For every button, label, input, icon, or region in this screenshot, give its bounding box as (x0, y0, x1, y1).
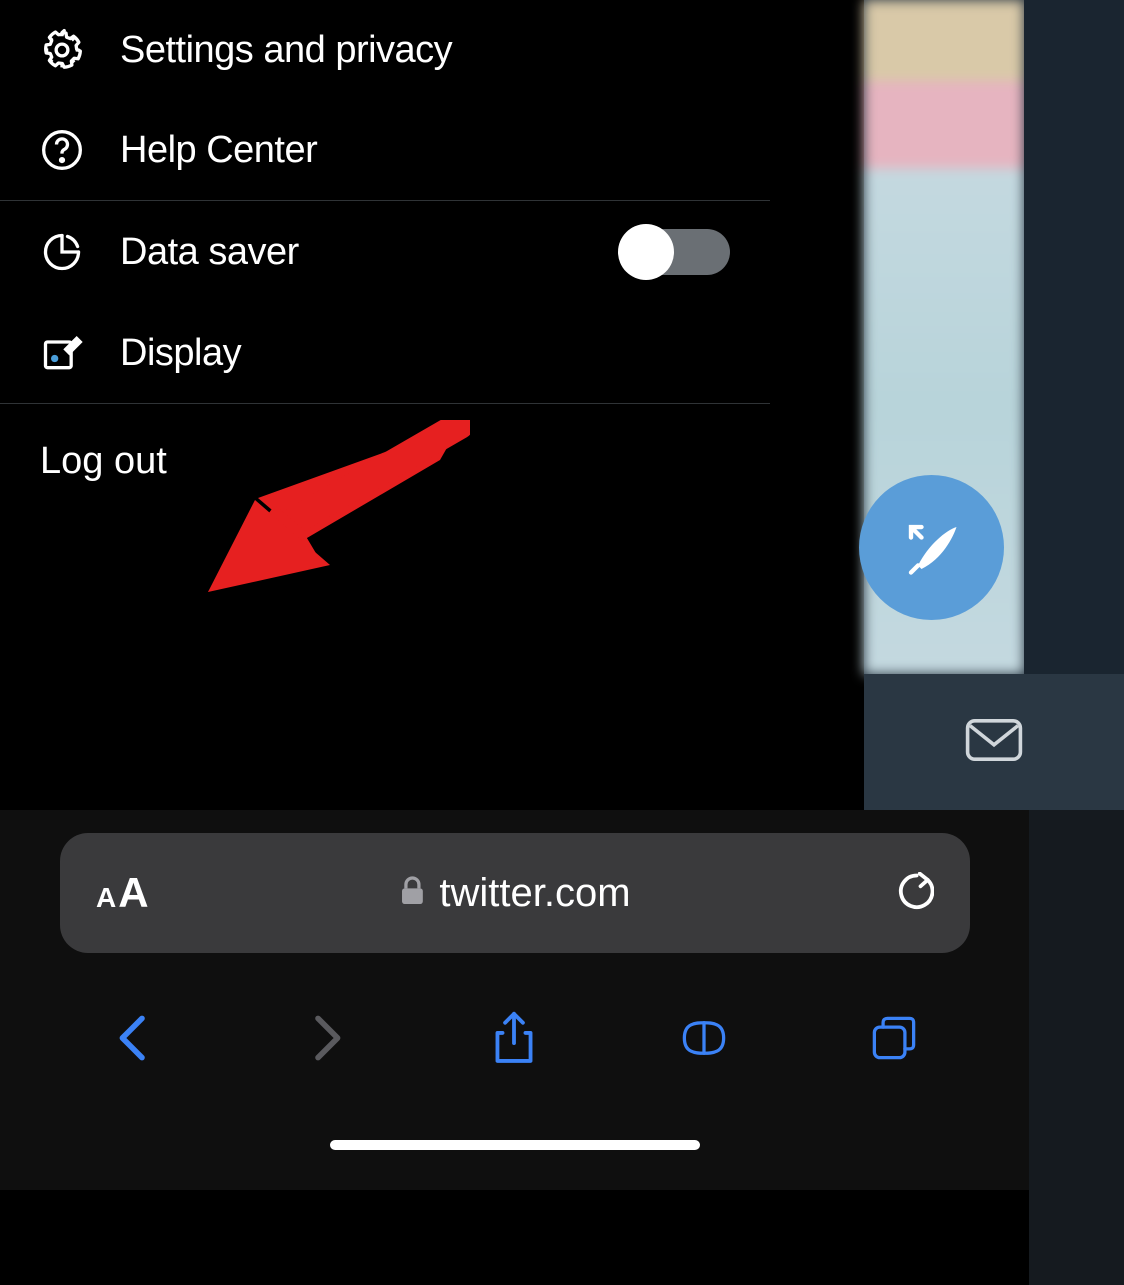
logout-label: Log out (40, 440, 167, 482)
lock-icon (399, 875, 425, 912)
settings-privacy-label: Settings and privacy (120, 29, 452, 72)
safari-browser-chrome: AA twitter.com (0, 810, 1029, 1190)
bookmarks-button[interactable] (680, 1010, 728, 1071)
settings-privacy-item[interactable]: Settings and privacy (0, 0, 770, 100)
text-size-button[interactable]: AA (96, 869, 149, 917)
address-bar[interactable]: AA twitter.com (60, 833, 970, 953)
display-label: Display (120, 332, 241, 375)
toggle-knob (618, 224, 674, 280)
twitter-bottom-nav-partial (864, 674, 1124, 810)
safari-toolbar (0, 985, 1029, 1095)
help-center-item[interactable]: Help Center (0, 100, 770, 200)
back-button[interactable] (111, 1010, 159, 1071)
help-center-label: Help Center (120, 129, 317, 172)
reload-button[interactable] (896, 872, 934, 915)
background-dark-strip (1024, 0, 1124, 674)
url-text: twitter.com (439, 871, 630, 916)
messages-tab[interactable] (965, 716, 1023, 769)
data-saver-toggle[interactable] (620, 229, 730, 275)
data-saver-icon (40, 230, 84, 274)
url-display[interactable]: twitter.com (399, 871, 630, 916)
envelope-icon (965, 716, 1023, 764)
logout-item[interactable]: Log out (0, 404, 770, 511)
home-indicator[interactable] (330, 1140, 700, 1150)
tabs-button[interactable] (870, 1010, 918, 1071)
forward-button[interactable] (301, 1010, 349, 1071)
side-drawer-menu: Settings and privacy Help Center Data sa… (0, 0, 770, 810)
data-saver-label: Data saver (120, 231, 299, 274)
display-item[interactable]: Display (0, 303, 770, 403)
help-icon (40, 128, 84, 172)
compose-tweet-button[interactable] (859, 475, 1004, 620)
gear-icon (40, 28, 84, 72)
data-saver-item[interactable]: Data saver (0, 201, 770, 303)
display-edit-icon (40, 331, 84, 375)
compose-feather-icon (897, 513, 967, 583)
share-button[interactable] (490, 1010, 538, 1071)
